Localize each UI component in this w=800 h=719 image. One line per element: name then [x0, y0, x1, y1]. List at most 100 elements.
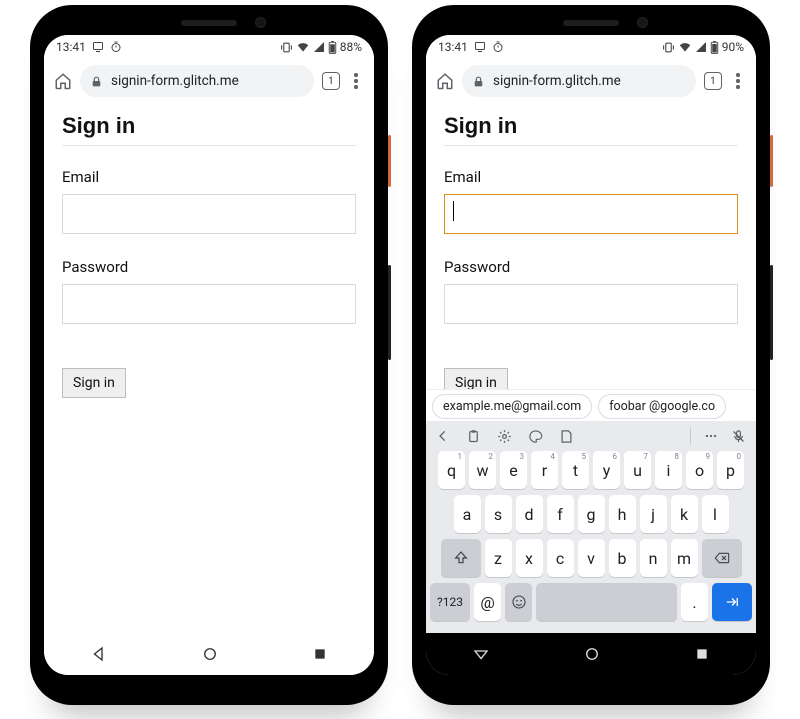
- shift-icon: [453, 550, 469, 566]
- battery-percent: 90%: [722, 40, 744, 54]
- lock-icon: [472, 75, 485, 88]
- key-n[interactable]: n: [640, 539, 667, 577]
- gear-icon[interactable]: [497, 429, 512, 444]
- key-k[interactable]: k: [671, 495, 698, 533]
- menu-icon[interactable]: [348, 73, 364, 89]
- key-a[interactable]: a: [454, 495, 481, 533]
- suggestion-chip[interactable]: foobar @google.co: [598, 394, 726, 419]
- backspace-icon: [713, 550, 731, 566]
- key-m[interactable]: m: [671, 539, 698, 577]
- page-heading: Sign in: [444, 113, 738, 146]
- key-v[interactable]: v: [578, 539, 605, 577]
- nav-home-icon[interactable]: [583, 645, 601, 663]
- key-u[interactable]: u7: [624, 451, 651, 489]
- key-e[interactable]: e3: [500, 451, 527, 489]
- key-h[interactable]: h: [609, 495, 636, 533]
- key-w[interactable]: w2: [469, 451, 496, 489]
- key-l[interactable]: l: [702, 495, 729, 533]
- keyboard-region: example.me@gmail.com foobar @google.co: [426, 389, 756, 633]
- nav-home-icon[interactable]: [201, 645, 219, 663]
- tab-count[interactable]: 1: [704, 72, 722, 90]
- key-y[interactable]: y6: [593, 451, 620, 489]
- key-superscript: 4: [551, 452, 556, 461]
- key-o[interactable]: o9: [686, 451, 713, 489]
- clipboard-icon[interactable]: [466, 429, 481, 444]
- enter-key[interactable]: [712, 583, 752, 621]
- nav-recent-icon[interactable]: [312, 646, 328, 662]
- password-label: Password: [444, 258, 738, 276]
- page-heading: Sign in: [62, 113, 356, 146]
- phone-camera: [637, 17, 648, 28]
- key-x[interactable]: x: [516, 539, 543, 577]
- timer-icon: [492, 41, 504, 53]
- battery-icon: [710, 41, 719, 54]
- palette-icon[interactable]: [528, 429, 543, 444]
- screen-right: 13:41 90% signin-form.glitch.me: [426, 35, 756, 675]
- browser-chrome: signin-form.glitch.me 1: [426, 59, 756, 105]
- home-icon[interactable]: [54, 72, 72, 90]
- home-icon[interactable]: [436, 72, 454, 90]
- next-icon: [723, 595, 741, 609]
- key-d[interactable]: d: [516, 495, 543, 533]
- password-input[interactable]: [444, 284, 738, 324]
- key-q[interactable]: q1: [438, 451, 465, 489]
- address-bar[interactable]: signin-form.glitch.me: [80, 65, 314, 97]
- symbols-key[interactable]: ?123: [430, 583, 470, 621]
- note-icon[interactable]: [559, 429, 574, 444]
- suggestion-chip[interactable]: example.me@gmail.com: [432, 394, 592, 419]
- email-input[interactable]: [62, 194, 356, 234]
- key-c[interactable]: c: [547, 539, 574, 577]
- key-b[interactable]: b: [609, 539, 636, 577]
- emoji-key[interactable]: [505, 583, 532, 621]
- key-g[interactable]: g: [578, 495, 605, 533]
- screenshot-icon: [474, 41, 486, 53]
- nav-back-icon[interactable]: [90, 645, 108, 663]
- key-superscript: 9: [706, 452, 711, 461]
- space-key[interactable]: [536, 583, 677, 621]
- address-bar[interactable]: signin-form.glitch.me: [462, 65, 696, 97]
- screen-left: 13:41 88% signin-form.glitch.me: [44, 35, 374, 675]
- wifi-icon: [296, 41, 310, 53]
- key-p[interactable]: p0: [717, 451, 744, 489]
- signin-button[interactable]: Sign in: [62, 368, 126, 398]
- key-s[interactable]: s: [485, 495, 512, 533]
- key-z[interactable]: z: [485, 539, 512, 577]
- status-bar: 13:41 90%: [426, 35, 756, 59]
- battery-percent: 88%: [340, 40, 362, 54]
- email-input[interactable]: [444, 194, 738, 234]
- nav-recent-icon[interactable]: [694, 646, 710, 662]
- signal-icon: [313, 41, 325, 53]
- nav-down-icon[interactable]: [472, 645, 490, 663]
- chevron-left-icon[interactable]: [436, 429, 450, 443]
- tab-count[interactable]: 1: [322, 72, 340, 90]
- shift-key[interactable]: [441, 539, 481, 577]
- phone-right: 13:41 90% signin-form.glitch.me: [412, 5, 770, 705]
- key-f[interactable]: f: [547, 495, 574, 533]
- key-t[interactable]: t5: [562, 451, 589, 489]
- phone-speaker: [181, 20, 237, 26]
- key-superscript: 3: [520, 452, 525, 461]
- key-r[interactable]: r4: [531, 451, 558, 489]
- phone-left: 13:41 88% signin-form.glitch.me: [30, 5, 388, 705]
- key-superscript: 0: [737, 452, 742, 461]
- password-input[interactable]: [62, 284, 356, 324]
- email-label: Email: [62, 168, 356, 186]
- android-nav: [44, 633, 374, 675]
- browser-chrome: signin-form.glitch.me 1: [44, 59, 374, 105]
- key-j[interactable]: j: [640, 495, 667, 533]
- android-nav: [426, 633, 756, 675]
- lock-icon: [90, 75, 103, 88]
- key-superscript: 8: [675, 452, 680, 461]
- at-key[interactable]: @: [474, 583, 501, 621]
- dot-key[interactable]: .: [681, 583, 708, 621]
- vibrate-icon: [280, 41, 293, 54]
- backspace-key[interactable]: [702, 539, 742, 577]
- more-icon[interactable]: [703, 429, 719, 443]
- signal-icon: [695, 41, 707, 53]
- mic-off-icon[interactable]: [731, 429, 746, 444]
- phone-speaker: [563, 20, 619, 26]
- status-time: 13:41: [56, 40, 86, 54]
- menu-icon[interactable]: [730, 73, 746, 89]
- key-i[interactable]: i8: [655, 451, 682, 489]
- phone-camera: [255, 17, 266, 28]
